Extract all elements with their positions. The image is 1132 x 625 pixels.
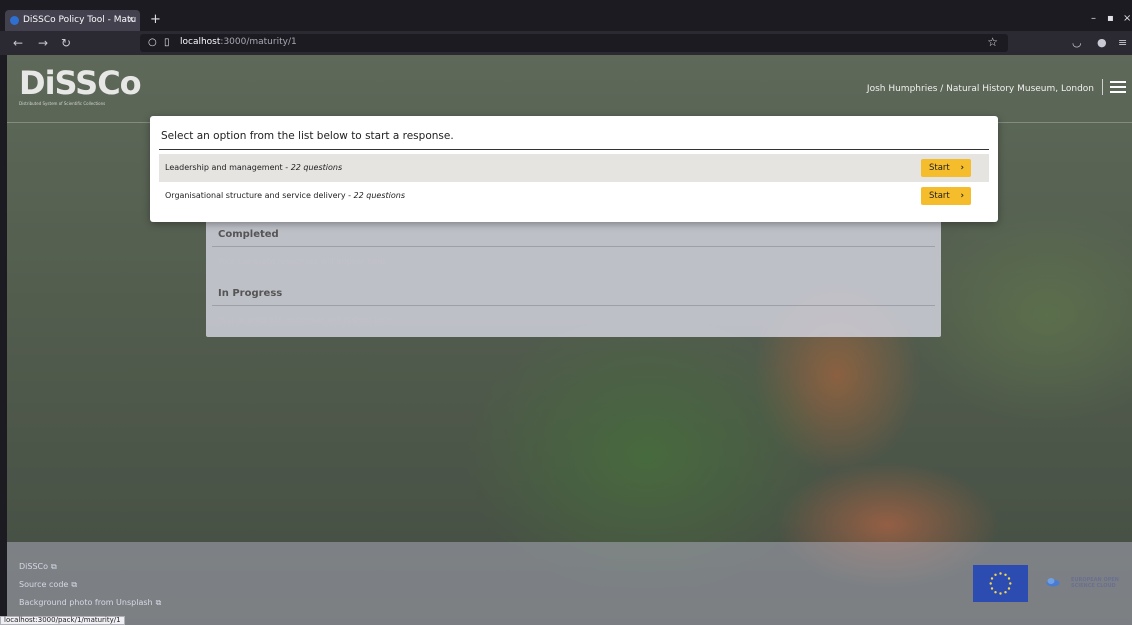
- option-label: Leadership and management - 22 questions: [165, 163, 343, 172]
- minimize-button[interactable]: –: [1091, 14, 1096, 24]
- option-row-leadership[interactable]: Leadership and management - 22 questions…: [159, 154, 989, 182]
- modal-divider: [159, 149, 989, 150]
- site-footer: DiSSCo ⧉ Source code ⧉ Background photo fr…: [7, 542, 1132, 625]
- browser-tab-bar: DiSSCo Policy Tool - Matu × + – ▪ ×: [0, 0, 1132, 31]
- modal-title: Select an option from the list below to …: [161, 130, 454, 142]
- pocket-icon[interactable]: ◡: [1072, 36, 1082, 50]
- start-button[interactable]: Start ›: [921, 187, 971, 205]
- logo-word: DiSSCo: [19, 64, 142, 102]
- site-header: DiSSCo Distributed System of Scientific …: [7, 55, 1132, 123]
- footer-link-dissco[interactable]: DiSSCo ⧉: [19, 562, 57, 572]
- cloud-icon: [1046, 578, 1060, 587]
- external-link-icon: ⧉: [71, 580, 78, 589]
- user-info: Josh Humphries / Natural History Museum,…: [866, 84, 1094, 94]
- favicon-icon: [10, 16, 19, 25]
- divider: [212, 305, 935, 306]
- reload-button[interactable]: ↻: [61, 36, 71, 50]
- in-progress-placeholder: Your in progress responses will appear h…: [218, 315, 393, 324]
- bookmark-star-icon[interactable]: ☆: [987, 35, 998, 49]
- responses-panel: Completed Your complete responses will a…: [206, 205, 941, 337]
- eosc-logo: EUROPEAN OPEN SCIENCE CLOUD: [1041, 567, 1127, 600]
- option-label: Organisational structure and service del…: [165, 191, 405, 200]
- app-menu-icon[interactable]: ≡: [1118, 36, 1127, 50]
- header-divider: [1102, 79, 1103, 95]
- chevron-right-icon: ›: [960, 163, 964, 173]
- hamburger-menu-icon[interactable]: [1110, 81, 1126, 93]
- external-link-icon: ⧉: [51, 562, 57, 571]
- completed-placeholder: Your complete responses will appear here: [218, 257, 386, 266]
- start-button[interactable]: Start ›: [921, 159, 971, 177]
- url-text: localhost:3000/maturity/1: [180, 37, 297, 47]
- external-link-icon: ⧉: [155, 598, 162, 607]
- option-row-organisational[interactable]: Organisational structure and service del…: [159, 182, 989, 210]
- tab-title: DiSSCo Policy Tool - Matu: [23, 15, 137, 25]
- address-bar[interactable]: ○ ▯ localhost:3000/maturity/1 ☆: [140, 34, 1008, 52]
- close-window-button[interactable]: ×: [1123, 14, 1131, 24]
- shield-icon: ○: [148, 37, 157, 48]
- footer-link-unsplash[interactable]: Background photo from Unsplash ⧉: [19, 598, 161, 608]
- eu-flag-logo: [973, 565, 1028, 602]
- page-icon: ▯: [164, 37, 170, 48]
- maximize-button[interactable]: ▪: [1107, 14, 1114, 24]
- new-tab-button[interactable]: +: [150, 13, 161, 26]
- forward-button[interactable]: →: [38, 36, 48, 50]
- divider: [212, 246, 935, 247]
- select-option-modal: Select an option from the list below to …: [150, 116, 998, 222]
- back-button[interactable]: ←: [13, 36, 23, 50]
- completed-heading: Completed: [218, 229, 279, 240]
- status-bar-url: localhost:3000/pack/1/maturity/1: [0, 616, 125, 625]
- footer-link-source-code[interactable]: Source code ⧉: [19, 580, 77, 590]
- in-progress-heading: In Progress: [218, 288, 283, 299]
- browser-nav-bar: ← → ↻ ○ ▯ localhost:3000/maturity/1 ☆ ◡ …: [0, 31, 1132, 55]
- page-content: DiSSCo Distributed System of Scientific …: [7, 55, 1132, 625]
- browser-tab[interactable]: DiSSCo Policy Tool - Matu ×: [5, 10, 140, 31]
- eosc-text: EUROPEAN OPEN SCIENCE CLOUD: [1071, 577, 1119, 589]
- tab-close-icon[interactable]: ×: [127, 10, 135, 31]
- dissco-logo[interactable]: DiSSCo Distributed System of Scientific …: [19, 64, 142, 106]
- chevron-right-icon: ›: [960, 191, 964, 201]
- account-icon[interactable]: ●: [1097, 36, 1107, 50]
